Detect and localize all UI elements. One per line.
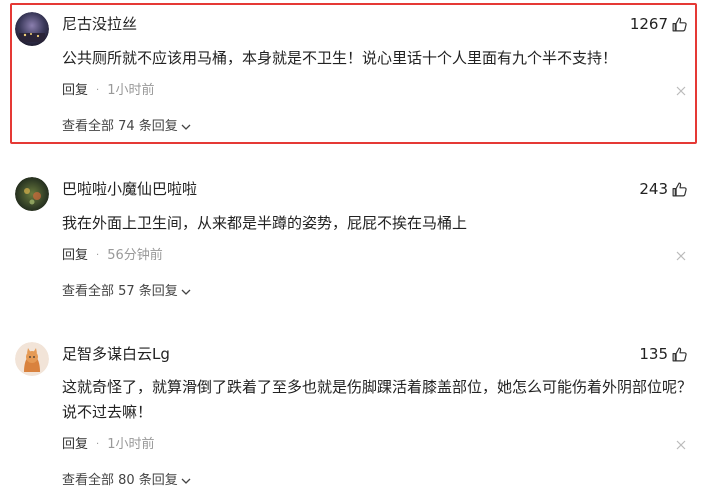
- thumbs-up-icon: [671, 16, 688, 33]
- comment-meta: 回复 · 1小时前: [62, 82, 154, 100]
- like-button[interactable]: 135: [639, 344, 688, 364]
- comment-item: 巴啦啦小魔仙巴啦啦 243 我在外面上卫生间，从来都是半蹲的姿势，屁屁不挨在马桶…: [0, 165, 708, 315]
- view-all-replies-button[interactable]: 查看全部 57 条回复: [62, 283, 191, 301]
- avatar[interactable]: [15, 12, 49, 46]
- thumbs-up-icon: [671, 346, 688, 363]
- reply-button[interactable]: 回复: [62, 247, 88, 265]
- avatar[interactable]: [15, 342, 49, 376]
- separator-dot: ·: [96, 250, 100, 261]
- comment-item: 足智多谋白云Lg 135 这就奇怪了，就算滑倒了跌着了至多也就是伤脚踝活着膝盖部…: [0, 330, 708, 501]
- username[interactable]: 巴啦啦小魔仙巴啦啦: [62, 179, 197, 199]
- like-count: 1267: [629, 15, 668, 33]
- reply-button[interactable]: 回复: [62, 82, 88, 100]
- comment-text: 公共厕所就不应该用马桶，本身就是不卫生！说心里话十个人里面有九个半不支持！: [62, 49, 618, 67]
- avatar[interactable]: [15, 177, 49, 211]
- separator-dot: ·: [96, 85, 100, 96]
- timestamp: 1小时前: [107, 83, 155, 98]
- username[interactable]: 足智多谋白云Lg: [62, 344, 170, 364]
- timestamp: 56分钟前: [107, 248, 163, 263]
- view-all-replies-label: 查看全部 74 条回复: [62, 119, 178, 134]
- close-icon[interactable]: [676, 440, 686, 450]
- like-button[interactable]: 1267: [630, 14, 688, 34]
- reply-button[interactable]: 回复: [62, 436, 88, 454]
- like-button[interactable]: 243: [639, 179, 688, 199]
- chevron-down-icon: [181, 478, 191, 484]
- comment-item: 尼古没拉丝 1267 公共厕所就不应该用马桶，本身就是不卫生！说心里话十个人里面…: [0, 0, 708, 150]
- view-all-replies-label: 查看全部 80 条回复: [62, 473, 178, 488]
- comment-meta: 回复 · 56分钟前: [62, 247, 163, 265]
- view-all-replies-label: 查看全部 57 条回复: [62, 284, 178, 299]
- view-all-replies-button[interactable]: 查看全部 80 条回复: [62, 472, 191, 490]
- view-all-replies-button[interactable]: 查看全部 74 条回复: [62, 118, 191, 136]
- timestamp: 1小时前: [107, 437, 155, 452]
- comment-text: 这就奇怪了，就算滑倒了跌着了至多也就是伤脚踝活着膝盖部位，她怎么可能伤着外阴部位…: [62, 378, 693, 421]
- close-icon[interactable]: [676, 86, 686, 96]
- like-count: 243: [639, 180, 668, 198]
- close-icon[interactable]: [676, 251, 686, 261]
- username[interactable]: 尼古没拉丝: [62, 14, 137, 34]
- chevron-down-icon: [181, 289, 191, 295]
- separator-dot: ·: [96, 439, 100, 450]
- comment-text: 我在外面上卫生间，从来都是半蹲的姿势，屁屁不挨在马桶上: [62, 214, 468, 232]
- comment-meta: 回复 · 1小时前: [62, 436, 154, 454]
- chevron-down-icon: [181, 124, 191, 130]
- like-count: 135: [639, 345, 668, 363]
- thumbs-up-icon: [671, 181, 688, 198]
